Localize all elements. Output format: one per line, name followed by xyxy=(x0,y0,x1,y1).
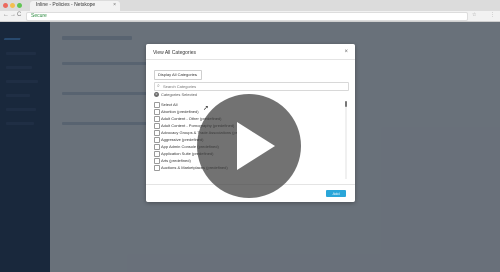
selected-label: Categories Selected xyxy=(161,92,198,97)
window-zoom-dot[interactable] xyxy=(17,3,22,8)
window-minimize-dot[interactable] xyxy=(10,3,15,8)
forward-icon[interactable]: → xyxy=(10,12,16,18)
mouse-cursor-icon: ➚ xyxy=(203,105,209,112)
search-icon: ⌕ xyxy=(157,83,160,89)
screenshot-frame: Inline - Policies - Netskope × ← → C Sec… xyxy=(0,0,500,272)
reload-icon[interactable]: C xyxy=(17,12,21,18)
browser-tab-bar: Inline - Policies - Netskope × xyxy=(0,0,500,11)
tab-close-icon[interactable]: × xyxy=(113,2,116,8)
add-button[interactable]: Add xyxy=(326,190,346,197)
close-icon[interactable]: × xyxy=(344,49,348,55)
category-label: Select All xyxy=(161,102,178,107)
chevron-down-icon: ⌄ xyxy=(194,72,198,77)
browser-menu-icon[interactable]: ⋮ xyxy=(490,12,495,18)
url-field[interactable]: Secure xyxy=(26,12,468,21)
secure-label: Secure xyxy=(31,13,47,19)
play-icon xyxy=(237,122,275,170)
category-checkbox[interactable] xyxy=(154,165,160,171)
search-input[interactable] xyxy=(163,83,343,90)
divider xyxy=(146,59,355,60)
back-icon[interactable]: ← xyxy=(3,12,9,18)
play-button[interactable] xyxy=(197,94,301,198)
count-badge: 0 xyxy=(154,92,159,97)
dropdown-selected-value: Display All Categories xyxy=(158,72,197,77)
add-button-label: Add xyxy=(332,191,340,196)
list-scrollbar[interactable] xyxy=(345,101,347,179)
browser-address-bar: ← → C Secure ☆ ⋮ xyxy=(0,11,500,22)
bookmark-icon[interactable]: ☆ xyxy=(472,12,476,18)
scrollbar-thumb[interactable] xyxy=(345,101,347,107)
modal-title: View All Categories xyxy=(153,50,196,56)
browser-tab[interactable]: Inline - Policies - Netskope × xyxy=(30,1,120,11)
category-label: Abortion (predefined) xyxy=(161,109,199,114)
window-close-dot[interactable] xyxy=(3,3,8,8)
category-search: ⌕ xyxy=(154,82,349,91)
category-label: Arts (predefined) xyxy=(161,158,191,163)
tab-title: Inline - Policies - Netskope xyxy=(36,2,96,8)
category-filter-dropdown[interactable]: Display All Categories ⌄ xyxy=(154,70,202,80)
